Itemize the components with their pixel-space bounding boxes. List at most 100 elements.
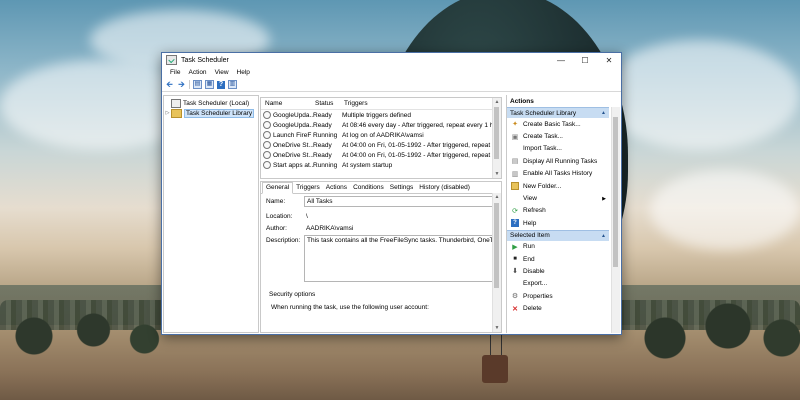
actions-group-library[interactable]: Task Scheduler Library ▲ <box>507 107 609 118</box>
action-label: End <box>523 255 535 263</box>
scroll-up-icon[interactable]: ▲ <box>493 98 501 106</box>
tree-item-root[interactable]: Task Scheduler (Local) <box>164 98 258 108</box>
task-row[interactable]: Start apps at... Running At system startup <box>261 160 501 170</box>
task-name: Start apps at... <box>273 161 313 169</box>
menu-file[interactable]: File <box>166 69 184 76</box>
action-create-task[interactable]: ▣ Create Task... <box>507 130 609 142</box>
toolbar-separator <box>189 80 190 89</box>
clock-icon <box>263 161 271 169</box>
action-run[interactable]: ▶ Run <box>507 241 609 253</box>
action-new-folder[interactable]: New Folder... <box>507 180 609 192</box>
action-create-basic-task[interactable]: ✦ Create Basic Task... <box>507 118 609 130</box>
security-options-heading: Security options <box>269 291 316 298</box>
action-refresh[interactable]: ⟳ Refresh <box>507 205 609 217</box>
location-label: Location: <box>266 213 293 220</box>
submenu-arrow-icon: ▶ <box>602 195 606 202</box>
task-trigger: At 04:00 on Fri, 01-05-1992 - After trig… <box>342 151 501 159</box>
delete-icon: ✕ <box>512 305 518 313</box>
scrollbar-thumb[interactable] <box>494 203 499 288</box>
task-name: GoogleUpda... <box>273 111 313 119</box>
refresh-icon: ⟳ <box>512 207 518 215</box>
scroll-down-icon[interactable]: ▼ <box>493 170 501 178</box>
scrollbar-thumb[interactable] <box>494 107 499 159</box>
create-task-icon: ▣ <box>511 133 519 141</box>
task-name-cell: Launch FireF <box>261 131 313 139</box>
menu-help[interactable]: Help <box>233 69 254 76</box>
tab-triggers[interactable]: Triggers <box>293 183 323 193</box>
menu-bar: File Action View Help <box>162 67 621 78</box>
scroll-down-icon[interactable]: ▼ <box>493 324 501 332</box>
name-field[interactable]: All Tasks <box>304 196 496 207</box>
action-export[interactable]: Export... <box>507 278 609 290</box>
close-button[interactable]: ✕ <box>597 53 621 67</box>
expand-chevron-icon[interactable]: ▷ <box>164 110 171 116</box>
main-content: Task Scheduler (Local) ▷ Task Scheduler … <box>162 94 621 334</box>
task-row[interactable]: GoogleUpda... Ready Multiple triggers defi… <box>261 110 501 120</box>
tab-conditions[interactable]: Conditions <box>350 183 387 193</box>
navigation-tree: Task Scheduler (Local) ▷ Task Scheduler … <box>163 95 259 333</box>
cloud <box>600 40 800 150</box>
actions-title: Actions <box>510 98 534 105</box>
tab-history[interactable]: History (disabled) <box>416 183 473 193</box>
description-field[interactable]: This task contains all the FreeFileSync … <box>304 235 496 282</box>
column-header-name[interactable]: Name <box>261 100 315 107</box>
action-properties[interactable]: ⚙ Properties <box>507 290 609 302</box>
minimize-button[interactable]: — <box>549 53 573 67</box>
import-icon <box>511 145 519 153</box>
task-row[interactable]: OneDrive St... Ready At 04:00 on Fri, 01-0… <box>261 140 501 150</box>
tab-settings[interactable]: Settings <box>387 183 417 193</box>
title-bar[interactable]: Task Scheduler — ☐ ✕ <box>162 53 621 67</box>
action-display-running-tasks[interactable]: ▤ Display All Running Tasks <box>507 155 609 167</box>
forward-arrow-icon[interactable]: 🡪 <box>177 80 186 89</box>
action-label: Create Basic Task... <box>523 120 581 128</box>
actions-scrollbar[interactable] <box>611 107 620 333</box>
menu-action[interactable]: Action <box>184 69 210 76</box>
trees <box>620 290 800 370</box>
clock-icon <box>263 111 271 119</box>
properties-icon[interactable]: ▦ <box>205 80 214 89</box>
task-trigger: At log on of AADRIKA\vamsi <box>342 131 424 139</box>
author-value: AADRIKA\vamsi <box>306 225 354 232</box>
show-hide-tree-icon[interactable]: ▤ <box>193 80 202 89</box>
action-delete[interactable]: ✕ Delete <box>507 302 609 314</box>
action-view[interactable]: View ▶ <box>507 192 609 204</box>
action-label: Display All Running Tasks <box>523 157 598 165</box>
task-name-cell: OneDrive St... <box>261 141 313 149</box>
column-header-status[interactable]: Status <box>315 100 344 107</box>
maximize-button[interactable]: ☐ <box>573 53 597 67</box>
task-row[interactable]: Launch FireF Running At log on of AADRIKA\… <box>261 130 501 140</box>
clock-icon <box>263 121 271 129</box>
group-label: Selected Item <box>510 232 550 240</box>
task-row[interactable]: OneDrive St... Ready At 04:00 on Fri, 01-0… <box>261 150 501 160</box>
task-status: Ready <box>313 111 332 119</box>
tree-item-library[interactable]: ▷ Task Scheduler Library <box>164 108 258 118</box>
collapse-caret-icon[interactable]: ▲ <box>601 110 606 116</box>
details-scrollbar[interactable]: ▲ ▼ <box>492 193 501 332</box>
scroll-up-icon[interactable]: ▲ <box>493 193 501 201</box>
action-enable-history[interactable]: ▥ Enable All Tasks History <box>507 168 609 180</box>
task-row[interactable]: GoogleUpda... Ready At 08:46 every day - A… <box>261 120 501 130</box>
tab-general[interactable]: General <box>262 182 294 194</box>
task-list-scrollbar[interactable]: ▲ ▼ <box>492 98 501 178</box>
action-end[interactable]: ■ End <box>507 253 609 265</box>
show-hide-action-pane-icon[interactable]: ▥ <box>228 80 237 89</box>
task-name: GoogleUpda... <box>273 121 313 129</box>
clock-icon <box>263 151 271 159</box>
back-arrow-icon[interactable]: 🡨 <box>165 80 174 89</box>
scrollbar-thumb[interactable] <box>613 117 618 267</box>
disable-icon: ⬇ <box>512 268 518 276</box>
action-disable[interactable]: ⬇ Disable <box>507 265 609 277</box>
task-scheduler-window: Task Scheduler — ☐ ✕ File Action View He… <box>161 52 622 335</box>
window-title: Task Scheduler <box>181 56 229 64</box>
action-import-task[interactable]: Import Task... <box>507 143 609 155</box>
collapse-caret-icon[interactable]: ▲ <box>601 233 606 239</box>
action-help[interactable]: ? Help <box>507 217 609 229</box>
menu-view[interactable]: View <box>211 69 233 76</box>
actions-group-selected-item[interactable]: Selected Item ▲ <box>507 229 609 241</box>
run-icon: ▶ <box>512 243 518 251</box>
help-icon[interactable]: ? <box>217 80 225 89</box>
column-header-triggers[interactable]: Triggers <box>344 100 501 107</box>
actions-pane: Actions Task Scheduler Library ▲ ✦ Create… <box>506 95 620 333</box>
task-details-pane: General Triggers Actions Conditions Sett… <box>260 181 502 333</box>
tab-actions[interactable]: Actions <box>323 183 350 193</box>
